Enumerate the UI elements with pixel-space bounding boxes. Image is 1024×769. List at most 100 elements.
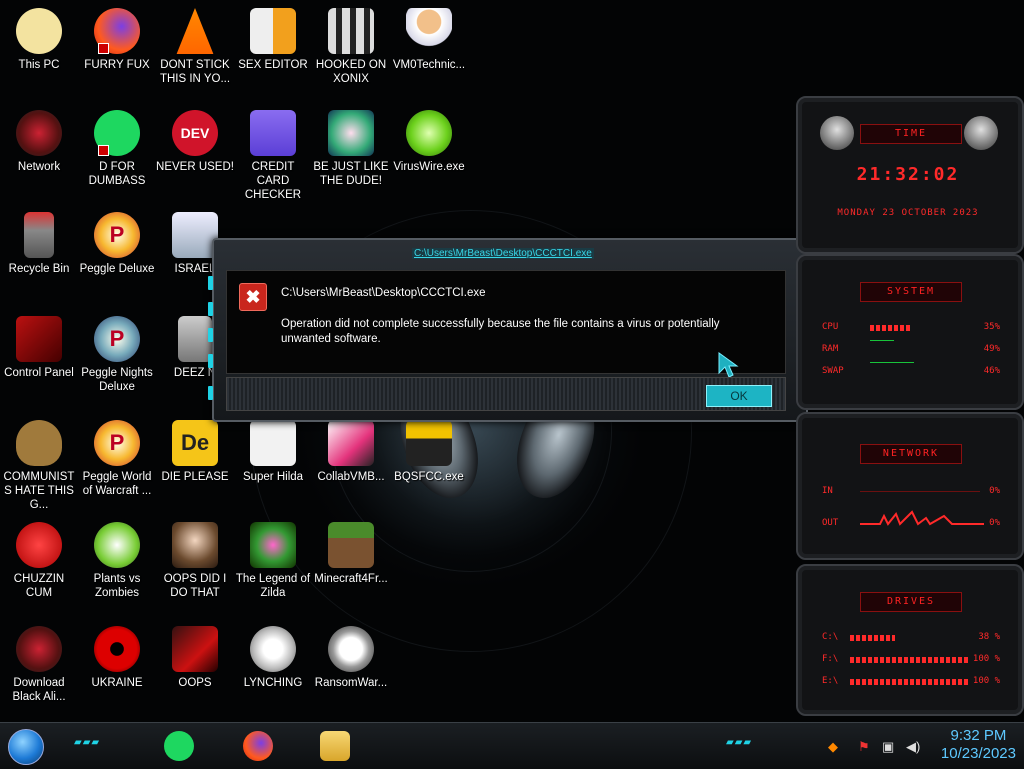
desktop-icon-dont-stick[interactable]: DONT STICK THIS IN YO... xyxy=(156,8,234,86)
peggle-wow-icon: P xyxy=(94,420,140,466)
desktop-icon-d-for-dumbass[interactable]: D FOR DUMBASS xyxy=(78,110,156,188)
cpu-value: 35% xyxy=(983,322,1000,332)
desktop-icon-super-hilda[interactable]: Super Hilda xyxy=(234,420,312,484)
icon-label: CREDIT CARD CHECKER xyxy=(244,161,302,201)
alienware-icon xyxy=(172,626,218,672)
dialog-led xyxy=(208,328,213,342)
desktop-icon-this-pc[interactable]: This PC xyxy=(0,8,78,72)
desktop-icon-credit-card-checker[interactable]: CREDIT CARD CHECKER xyxy=(234,110,312,202)
peggle-icon: P xyxy=(94,212,140,258)
icon-label: RansomWar... xyxy=(314,677,388,689)
icon-label: VM0Technic... xyxy=(392,59,466,71)
icon-label: D FOR DUMBASS xyxy=(88,161,146,187)
swap-label: SWAP xyxy=(822,366,844,376)
taskbar-led-strip: ▰▰▰ xyxy=(726,737,753,748)
taskbar-file-explorer-icon[interactable] xyxy=(320,731,350,761)
ram-value: 49% xyxy=(983,344,1000,354)
alien-skin-icon xyxy=(16,626,62,672)
net-out-graph xyxy=(860,510,984,526)
dialog-led xyxy=(208,386,213,400)
taskbar-firefox-icon[interactable] xyxy=(243,731,273,761)
icon-label: OOPS xyxy=(178,677,212,689)
desktop-icon-download-black-alien[interactable]: Download Black Ali... xyxy=(0,626,78,704)
drive-e-bar xyxy=(850,679,968,685)
plants-vs-zombies-icon xyxy=(94,522,140,568)
desktop-icon-lynching[interactable]: LYNCHING xyxy=(234,626,312,690)
minecraft-block-icon xyxy=(328,522,374,568)
tray-security-icon[interactable]: ⚑ xyxy=(858,739,870,755)
icon-label: NEVER USED! xyxy=(156,161,234,173)
network-header: NETWORK xyxy=(860,444,962,464)
tray-app-icon[interactable]: ◆ xyxy=(828,739,838,755)
desktop-icon-die-please[interactable]: De DIE PLEASE xyxy=(156,420,234,484)
desktop-icon-bqsfcc[interactable]: BQSFCC.exe xyxy=(390,420,468,484)
desktop-icon-never-used[interactable]: DEV NEVER USED! xyxy=(156,110,234,174)
icon-label: Download Black Ali... xyxy=(12,677,66,703)
taskbar-clock[interactable]: 9:32 PM 10/23/2023 xyxy=(941,727,1016,763)
desktop-icon-furry-fux[interactable]: FURRY FUX xyxy=(78,8,156,72)
desktop-icon-collabvm[interactable]: CollabVMB... xyxy=(312,420,390,484)
dialog-title: C:\Users\MrBeast\Desktop\CCCTCI.exe xyxy=(412,248,594,259)
icon-label: This PC xyxy=(18,59,60,71)
desktop-icon-communists[interactable]: COMMUNISTS HATE THIS G... xyxy=(0,420,78,512)
alienware-head-icon xyxy=(820,116,854,150)
start-button[interactable] xyxy=(8,729,44,765)
network-gadget: NETWORK IN 0% OUT 0% xyxy=(796,412,1024,560)
desktop-icon-peggle-nights[interactable]: P Peggle Nights Deluxe xyxy=(78,316,156,394)
desktop-icon-ransomware[interactable]: RansomWar... xyxy=(312,626,390,690)
desktop-icon-be-just-like-the-dude[interactable]: BE JUST LIKE THE DUDE! xyxy=(312,110,390,188)
chuzzle-icon xyxy=(16,522,62,568)
net-in-graph xyxy=(860,491,980,492)
icon-label: HOOKED ON XONIX xyxy=(315,59,387,85)
icon-label: CollabVMB... xyxy=(317,471,385,483)
swap-value: 46% xyxy=(983,366,1000,376)
taskbar-spotify-icon[interactable] xyxy=(164,731,194,761)
desktop-icon-hooked-on-xonix[interactable]: HOOKED ON XONIX xyxy=(312,8,390,86)
desktop-icon-oops[interactable]: OOPS xyxy=(156,626,234,690)
desktop-icon-vm0technic[interactable]: VM0Technic... xyxy=(390,8,468,72)
portrait-icon xyxy=(172,522,218,568)
icon-label: Peggle Deluxe xyxy=(79,263,155,275)
desktop-icon-network[interactable]: Network xyxy=(0,110,78,174)
icon-label: DONT STICK THIS IN YO... xyxy=(159,59,231,85)
ram-graph-line xyxy=(870,362,914,363)
desktop-icon-viruswire[interactable]: VirusWire.exe xyxy=(390,110,468,174)
tray-volume-icon[interactable]: ◀) xyxy=(906,739,920,755)
dialog-led xyxy=(208,302,213,316)
clock-date: 10/23/2023 xyxy=(940,745,1016,762)
icon-label: Peggle World of Warcraft ... xyxy=(82,471,152,497)
desktop-icon-legend-of-zilda[interactable]: The Legend of Zilda xyxy=(234,522,312,600)
vlc-cone-icon xyxy=(176,8,214,54)
desktop-icon-peggle-wow[interactable]: P Peggle World of Warcraft ... xyxy=(78,420,156,498)
desktop-icon-control-panel[interactable]: Control Panel xyxy=(0,316,78,380)
desktop-icon-recycle-bin[interactable]: Recycle Bin xyxy=(0,212,78,276)
net-out-value: 0% xyxy=(989,518,1000,528)
taskbar-led-strip: ▰▰▰ xyxy=(74,737,101,748)
dev-icon: DEV xyxy=(172,110,218,156)
desktop-icon-sex-editor[interactable]: SEX EDITOR xyxy=(234,8,312,72)
desktop-icon-minecraft[interactable]: Minecraft4Fr... xyxy=(312,522,390,586)
control-panel-icon xyxy=(16,316,62,362)
icon-label: CHUZZIN CUM xyxy=(13,573,65,599)
dialog-led xyxy=(208,354,213,368)
drive-f-bar xyxy=(850,657,968,663)
net-in-value: 0% xyxy=(989,486,1000,496)
drive-c-label: C:\ xyxy=(822,632,839,642)
drive-e-label: E:\ xyxy=(822,676,839,686)
desktop-icon-ukraine[interactable]: UKRAINE xyxy=(78,626,156,690)
icon-label: Peggle Nights Deluxe xyxy=(81,367,153,393)
system-gadget: SYSTEM CPU 35% RAM 49% SWAP 46% xyxy=(796,254,1024,410)
alienware-head-icon xyxy=(964,116,998,150)
ok-button[interactable]: OK xyxy=(706,385,772,407)
desktop-icon-plants-vs-zombies[interactable]: Plants vs Zombies xyxy=(78,522,156,600)
dialog-message: Operation did not complete successfully … xyxy=(281,318,720,345)
limewire-icon xyxy=(406,110,452,156)
desktop-icon-peggle-deluxe[interactable]: P Peggle Deluxe xyxy=(78,212,156,276)
peggle-nights-icon: P xyxy=(94,316,140,362)
desktop-icon-oops-did-i[interactable]: OOPS DID I DO THAT xyxy=(156,522,234,600)
hxd-icon xyxy=(250,8,296,54)
desktop-icon-chuzzin[interactable]: CHUZZIN CUM xyxy=(0,522,78,600)
tray-network-icon[interactable]: ▣ xyxy=(882,739,894,755)
bqsfcc-icon xyxy=(406,420,452,466)
error-dialog[interactable]: C:\Users\MrBeast\Desktop\CCCTCI.exe ✖ C:… xyxy=(208,238,812,422)
